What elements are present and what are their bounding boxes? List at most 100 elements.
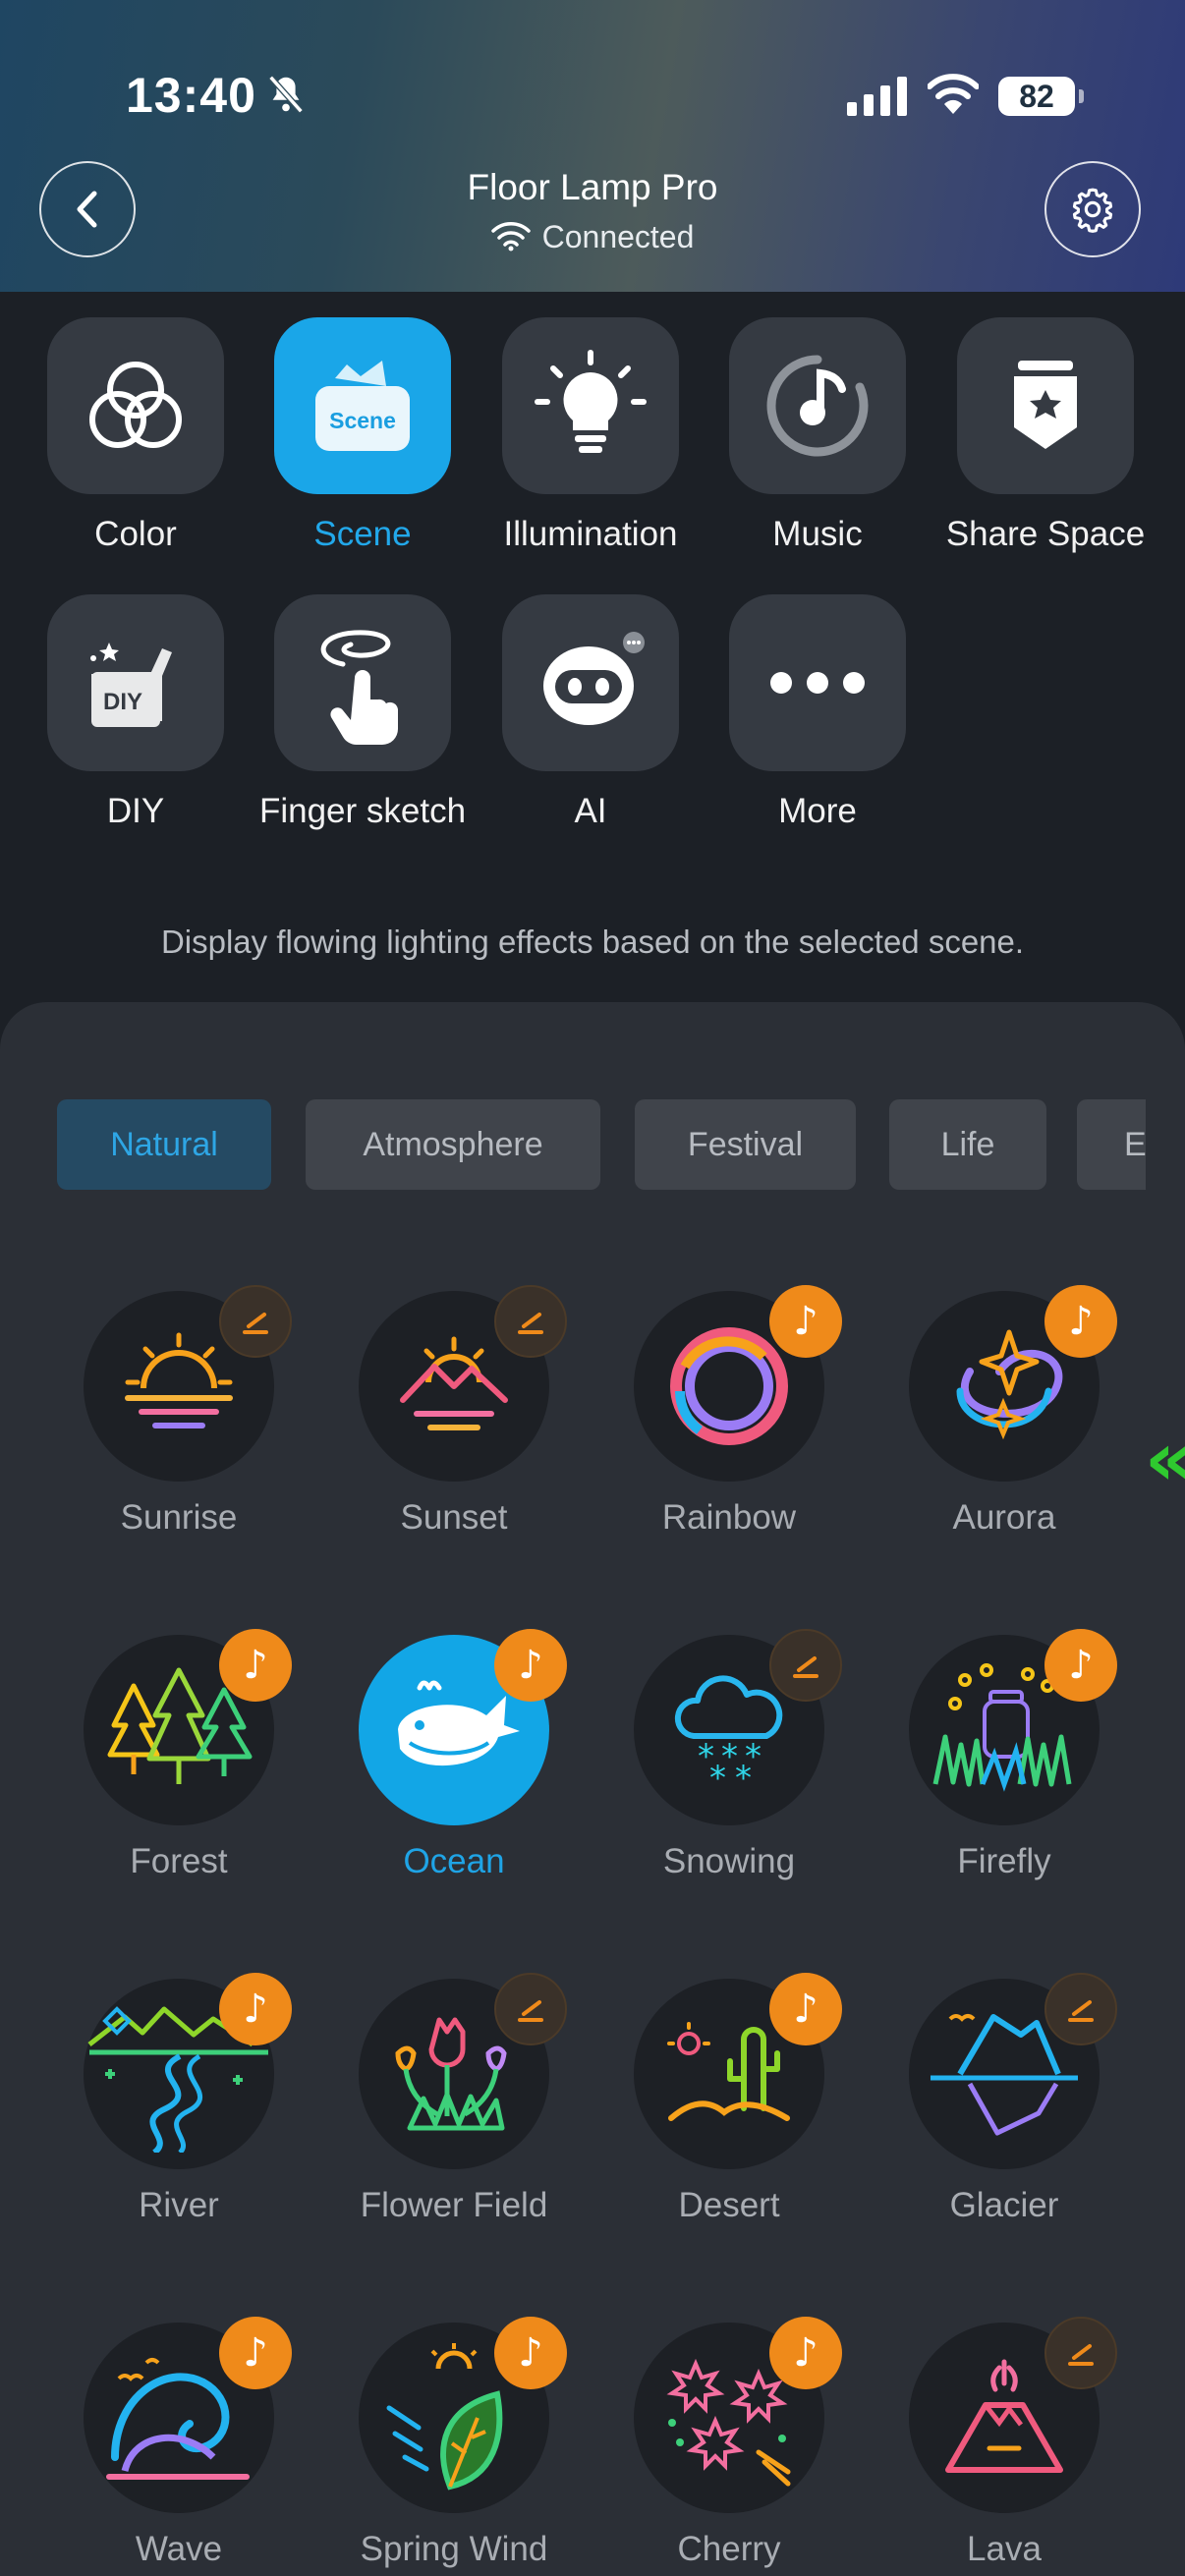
scene-label: Sunrise <box>120 1498 238 1537</box>
edit-badge[interactable] <box>769 1629 842 1702</box>
music-badge[interactable]: ♪ <box>769 1285 842 1358</box>
edit-badge[interactable] <box>494 1973 567 2045</box>
scene-circle[interactable] <box>909 2317 1117 2513</box>
battery-indicator: 82 <box>998 77 1084 116</box>
tab-atmosphere[interactable]: Atmosphere <box>306 1099 600 1190</box>
settings-button[interactable] <box>1044 161 1141 257</box>
scene-ocean[interactable]: ♪ Ocean <box>325 1629 583 1881</box>
scene-label: Flower Field <box>360 2186 548 2224</box>
edit-badge[interactable] <box>1044 1973 1117 2045</box>
scene-label: Aurora <box>952 1498 1056 1537</box>
edit-badge[interactable] <box>1044 2317 1117 2389</box>
tab-festival[interactable]: Festival <box>635 1099 856 1190</box>
music-badge[interactable]: ♪ <box>219 1973 292 2045</box>
scene-wave[interactable]: ♪ Wave <box>50 2317 308 2569</box>
gear-icon <box>1072 188 1113 233</box>
feature-tile[interactable] <box>47 317 224 494</box>
scene-sunset[interactable]: Sunset <box>325 1285 583 1538</box>
feature-tile[interactable] <box>502 594 679 771</box>
feature-tile[interactable] <box>502 317 679 494</box>
feature-more[interactable]: More <box>704 594 931 831</box>
scene-panel: Natural Atmosphere Festival Life E Sunri… <box>0 1002 1185 2576</box>
feature-illumination[interactable]: Illumination <box>477 317 705 554</box>
scene-description: Display flowing lighting effects based o… <box>160 924 1025 960</box>
scene-forest[interactable]: ♪ Forest <box>50 1629 308 1881</box>
pencil-icon <box>518 1313 543 1334</box>
ai-robot-icon <box>543 632 645 725</box>
feature-label: Music <box>772 515 863 553</box>
music-badge[interactable]: ♪ <box>219 1629 292 1702</box>
scene-river[interactable]: ♪ River <box>50 1973 308 2225</box>
music-badge[interactable]: ♪ <box>1044 1629 1117 1702</box>
scene-aurora[interactable]: ♪ Aurora <box>875 1285 1133 1538</box>
edit-badge[interactable] <box>494 1285 567 1358</box>
feature-share-space[interactable]: Share Space <box>931 317 1159 554</box>
scene-circle[interactable]: ♪ <box>909 1629 1117 1825</box>
tab-partial[interactable]: E <box>1077 1099 1146 1190</box>
feature-ai[interactable]: AI <box>477 594 705 831</box>
scene-circle[interactable]: ♪ <box>634 1973 842 2169</box>
edit-badge[interactable] <box>219 1285 292 1358</box>
feature-tile[interactable] <box>957 317 1134 494</box>
scene-label: Forest <box>130 1842 228 1880</box>
scene-circle[interactable]: ♪ <box>84 2317 292 2513</box>
scene-glacier[interactable]: Glacier <box>875 1973 1133 2225</box>
feature-tile[interactable]: DIY <box>47 594 224 771</box>
scene-label: Firefly <box>957 1842 1051 1880</box>
feature-finger-sketch[interactable]: Finger sketch <box>249 594 477 831</box>
feature-tile[interactable]: Scene <box>274 317 451 494</box>
scene-circle[interactable] <box>84 1285 292 1482</box>
pencil-icon <box>793 1656 818 1678</box>
feature-tile[interactable] <box>729 594 906 771</box>
category-tabs: Natural Atmosphere Festival Life E <box>57 1099 1146 1190</box>
scene-label: Cherry <box>677 2530 781 2568</box>
scene-circle[interactable] <box>909 1973 1117 2169</box>
music-badge[interactable]: ♪ <box>219 2317 292 2389</box>
scene-lava[interactable]: Lava <box>875 2317 1133 2569</box>
scene-firefly[interactable]: ♪ Firefly <box>875 1629 1133 1881</box>
feature-color[interactable]: Color <box>22 317 250 554</box>
scene-label: Desert <box>678 2186 780 2224</box>
tab-life[interactable]: Life <box>889 1099 1046 1190</box>
tab-natural[interactable]: Natural <box>57 1099 271 1190</box>
scene-circle[interactable]: ♪ <box>634 1285 842 1482</box>
scene-desert[interactable]: ♪ Desert <box>600 1973 858 2225</box>
feature-scene[interactable]: Scene Scene <box>249 317 477 554</box>
scene-circle[interactable]: ♪ <box>634 2317 842 2513</box>
scene-snowing[interactable]: * * * * * Snowing <box>600 1629 858 1881</box>
scene-cherry[interactable]: ♪ Cherry <box>600 2317 858 2569</box>
double-chevron-left-icon[interactable]: « <box>1145 1415 1185 1502</box>
scene-spring-wind[interactable]: ♪ Spring Wind <box>325 2317 583 2569</box>
scene-rainbow[interactable]: ♪ Rainbow <box>600 1285 858 1538</box>
scene-sunrise[interactable]: Sunrise <box>50 1285 308 1538</box>
scene-icon-text: Scene <box>329 408 396 433</box>
feature-music[interactable]: Music <box>704 317 931 554</box>
scene-circle[interactable]: ♪ <box>84 1973 292 2169</box>
svg-text:*: * <box>709 1759 726 1798</box>
music-badge[interactable]: ♪ <box>494 1629 567 1702</box>
bulb-icon <box>535 350 647 453</box>
scene-circle[interactable]: ♪ <box>84 1629 292 1825</box>
scene-circle[interactable] <box>359 1973 567 2169</box>
scene-flower-field[interactable]: Flower Field <box>325 1973 583 2225</box>
music-badge[interactable]: ♪ <box>1044 1285 1117 1358</box>
feature-label: More <box>778 792 857 830</box>
scene-label: Lava <box>967 2530 1042 2568</box>
scene-circle[interactable]: * * * * * <box>634 1629 842 1825</box>
music-badge[interactable]: ♪ <box>769 1973 842 2045</box>
wifi-status-icon <box>928 74 979 114</box>
scene-circle[interactable]: ♪ <box>359 1629 567 1825</box>
scene-circle[interactable]: ♪ <box>359 2317 567 2513</box>
feature-label: DIY <box>106 792 165 830</box>
music-badge[interactable]: ♪ <box>769 2317 842 2389</box>
diy-icon: DIY <box>90 643 172 727</box>
feature-tile[interactable] <box>274 594 451 771</box>
music-badge[interactable]: ♪ <box>494 2317 567 2389</box>
svg-text:*: * <box>735 1759 752 1798</box>
feature-tile[interactable] <box>729 317 906 494</box>
device-title: Floor Lamp Pro <box>467 167 718 207</box>
scene-circle[interactable] <box>359 1285 567 1482</box>
scene-circle[interactable]: ♪ <box>909 1285 1117 1482</box>
feature-diy[interactable]: DIY DIY <box>22 594 250 831</box>
scene-label: Snowing <box>662 1842 796 1880</box>
